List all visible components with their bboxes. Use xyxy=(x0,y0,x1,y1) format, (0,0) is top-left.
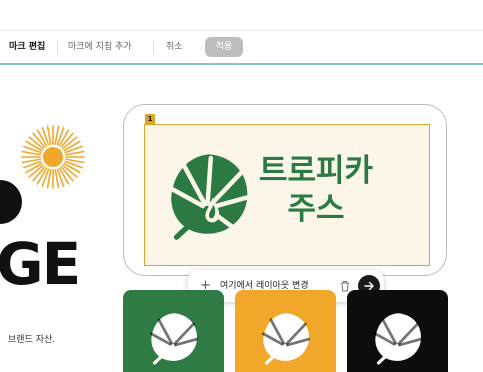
variant-tile-black[interactable] xyxy=(347,290,448,372)
headline-text: GE xyxy=(0,230,81,298)
headline-letter-o xyxy=(0,178,24,226)
toolbar-divider xyxy=(153,40,154,54)
monstera-leaf-icon xyxy=(261,311,311,365)
layer-badge: 1 xyxy=(145,114,155,125)
sun-icon xyxy=(21,125,85,189)
monstera-leaf-icon xyxy=(373,311,423,365)
toolbar-divider xyxy=(57,40,58,54)
cancel-button[interactable]: 취소 xyxy=(166,41,183,53)
brand-assets-label: 브랜드 자산. xyxy=(8,335,56,345)
logo-line-1: 트로피카 xyxy=(258,153,374,189)
monstera-leaf-icon xyxy=(149,311,199,365)
top-band xyxy=(0,0,483,30)
logo-line-2: 주스 xyxy=(287,191,345,227)
add-guide-button[interactable]: 마크에 지침 추가 xyxy=(68,41,132,53)
logo-wordmark: 트로피카 주스 xyxy=(257,152,375,228)
edit-toolbar: 마크 편집 마크에 지침 추가 취소 적용 xyxy=(0,30,483,65)
variant-tile-yellow[interactable] xyxy=(235,290,336,372)
monstera-leaf-icon xyxy=(168,154,250,240)
apply-button[interactable]: 적용 xyxy=(205,37,243,57)
variant-tile-green[interactable] xyxy=(123,290,224,372)
toolbar-title: 마크 편집 xyxy=(9,42,46,52)
